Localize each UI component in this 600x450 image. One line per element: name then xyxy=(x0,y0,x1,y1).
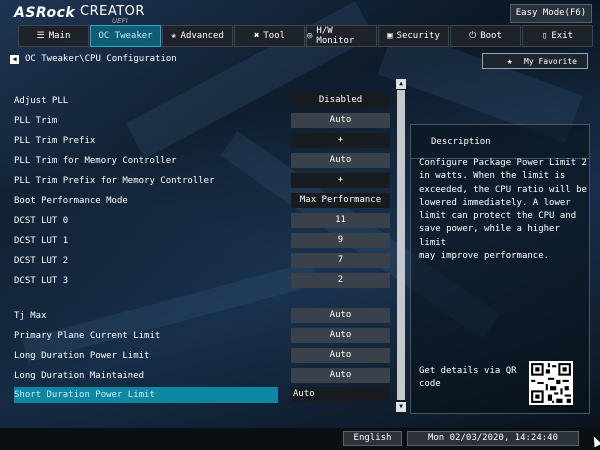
tab-label: Security xyxy=(396,31,440,41)
setting-label: PLL Trim Prefix for Memory Controller xyxy=(14,176,215,186)
qr-details-text: Get details via QR code xyxy=(419,366,517,389)
tab-label: Main xyxy=(48,31,71,41)
brand-uefi: UEFI xyxy=(112,17,128,25)
setting-row[interactable]: Adjust PLL Disabled xyxy=(14,93,390,109)
tab-tool[interactable]: ✖ Tool xyxy=(234,25,305,47)
star-icon: ★ xyxy=(507,57,513,67)
setting-row[interactable]: PLL Trim Prefix + xyxy=(14,133,390,149)
star-icon: ✬ xyxy=(171,31,177,41)
tab-label: Boot xyxy=(480,31,502,41)
setting-row[interactable]: DCST LUT 1 9 xyxy=(14,233,390,249)
list-icon: ☰ xyxy=(36,31,45,41)
setting-label: DCST LUT 1 xyxy=(14,236,69,246)
description-panel: Description Configure Package Power Limi… xyxy=(410,124,590,414)
breadcrumb: ◀ OC Tweaker\CPU Configuration xyxy=(10,54,177,64)
setting-value-field[interactable]: Auto xyxy=(291,308,390,323)
tab-boot[interactable]: ⏻ Boot xyxy=(450,25,521,47)
setting-row[interactable]: Primary Plane Current Limit Auto xyxy=(14,328,390,344)
setting-row[interactable]: DCST LUT 3 2 xyxy=(14,273,390,289)
main-tabs: ☰ Main OC Tweaker ✬ Advanced ✖ Tool ◎ H/W Monito… xyxy=(18,25,594,47)
setting-row[interactable]: Boot Performance Mode Max Performance xyxy=(14,193,390,209)
setting-label: PLL Trim Prefix xyxy=(14,136,96,146)
setting-label: DCST LUT 3 xyxy=(14,276,69,286)
tab-oc-tweaker[interactable]: OC Tweaker xyxy=(90,25,161,47)
setting-row[interactable]: Short Duration Power Limit Auto xyxy=(14,387,390,403)
power-icon: ⏻ xyxy=(469,31,477,41)
setting-label: Primary Plane Current Limit xyxy=(14,331,161,341)
setting-value-field[interactable]: Auto xyxy=(291,153,390,168)
tab-label: Tool xyxy=(263,31,286,41)
setting-value-field[interactable]: Auto xyxy=(291,387,390,402)
scroll-down-icon[interactable]: ▼ xyxy=(396,402,406,412)
setting-row[interactable]: Long Duration Maintained Auto xyxy=(14,368,390,384)
language-button[interactable]: English xyxy=(343,431,402,446)
setting-value-field[interactable]: 11 xyxy=(291,213,390,228)
setting-label: Tj Max xyxy=(14,311,47,321)
breadcrumb-text: OC Tweaker\CPU Configuration xyxy=(25,54,177,64)
setting-value-field[interactable]: 7 xyxy=(291,253,390,268)
setting-value-field[interactable]: 2 xyxy=(291,273,390,288)
tab-label: H/W Monitor xyxy=(316,26,355,46)
tab-security[interactable]: ▣ Security xyxy=(378,25,449,47)
monitor-icon: ◎ xyxy=(307,31,313,41)
setting-label: Long Duration Maintained xyxy=(14,371,145,381)
setting-row[interactable]: PLL Trim for Memory Controller Auto xyxy=(14,153,390,169)
setting-label: DCST LUT 2 xyxy=(14,256,69,266)
tab-label: OC Tweaker xyxy=(98,31,153,41)
setting-label: Adjust PLL xyxy=(14,96,69,106)
tab-advanced[interactable]: ✬ Advanced xyxy=(162,25,233,47)
tab-exit[interactable]: ▯ Exit xyxy=(522,25,593,47)
setting-row[interactable]: Long Duration Power Limit Auto xyxy=(14,348,390,364)
setting-label: DCST LUT 0 xyxy=(14,216,69,226)
setting-value-field[interactable]: Auto xyxy=(291,348,390,363)
back-icon[interactable]: ◀ xyxy=(10,54,19,64)
setting-label: PLL Trim for Memory Controller xyxy=(14,156,177,166)
setting-label: Boot Performance Mode xyxy=(14,196,128,206)
setting-value-field[interactable]: Max Performance xyxy=(291,193,390,208)
qr-code-icon xyxy=(529,361,573,405)
setting-row[interactable]: DCST LUT 2 7 xyxy=(14,253,390,269)
my-favorite-label: My Favorite xyxy=(524,57,577,66)
exit-icon: ▯ xyxy=(541,31,548,41)
setting-label: Short Duration Power Limit xyxy=(14,390,155,400)
setting-label: Long Duration Power Limit xyxy=(14,351,150,361)
tab-main[interactable]: ☰ Main xyxy=(18,25,89,47)
scrollbar-thumb[interactable] xyxy=(397,90,405,400)
setting-row[interactable]: Tj Max Auto xyxy=(14,308,390,324)
tab-h-w-monitor[interactable]: ◎ H/W Monitor xyxy=(306,25,377,47)
setting-value-field[interactable]: Disabled xyxy=(291,93,390,108)
setting-value-field[interactable]: Auto xyxy=(291,328,390,343)
setting-label: PLL Trim xyxy=(14,116,58,126)
easy-mode-button[interactable]: Easy Mode(F6) xyxy=(510,4,592,23)
setting-value-field[interactable]: + xyxy=(291,173,390,188)
setting-value-field[interactable]: Auto xyxy=(291,113,390,128)
description-title: Description xyxy=(411,125,589,159)
setting-value-field[interactable]: + xyxy=(291,133,390,148)
setting-row[interactable]: DCST LUT 0 11 xyxy=(14,213,390,229)
scroll-up-icon[interactable]: ▲ xyxy=(396,79,406,89)
datetime-display: Mon 02/03/2020, 14:24:40 xyxy=(407,431,579,446)
brand-logo: ASRock xyxy=(14,5,76,21)
setting-row[interactable]: PLL Trim Prefix for Memory Controller + xyxy=(14,173,390,189)
tab-label: Exit xyxy=(551,31,574,41)
setting-value-field[interactable]: Auto xyxy=(291,368,390,383)
tool-icon: ✖ xyxy=(253,31,260,41)
shield-icon: ▣ xyxy=(387,31,393,41)
tab-label: Advanced xyxy=(180,31,224,41)
setting-value-field[interactable]: 9 xyxy=(291,233,390,248)
my-favorite-button[interactable]: ★ My Favorite xyxy=(482,53,588,69)
setting-row[interactable]: PLL Trim Auto xyxy=(14,113,390,129)
description-text: Configure Package Power Limit 2 in watts… xyxy=(419,158,587,262)
